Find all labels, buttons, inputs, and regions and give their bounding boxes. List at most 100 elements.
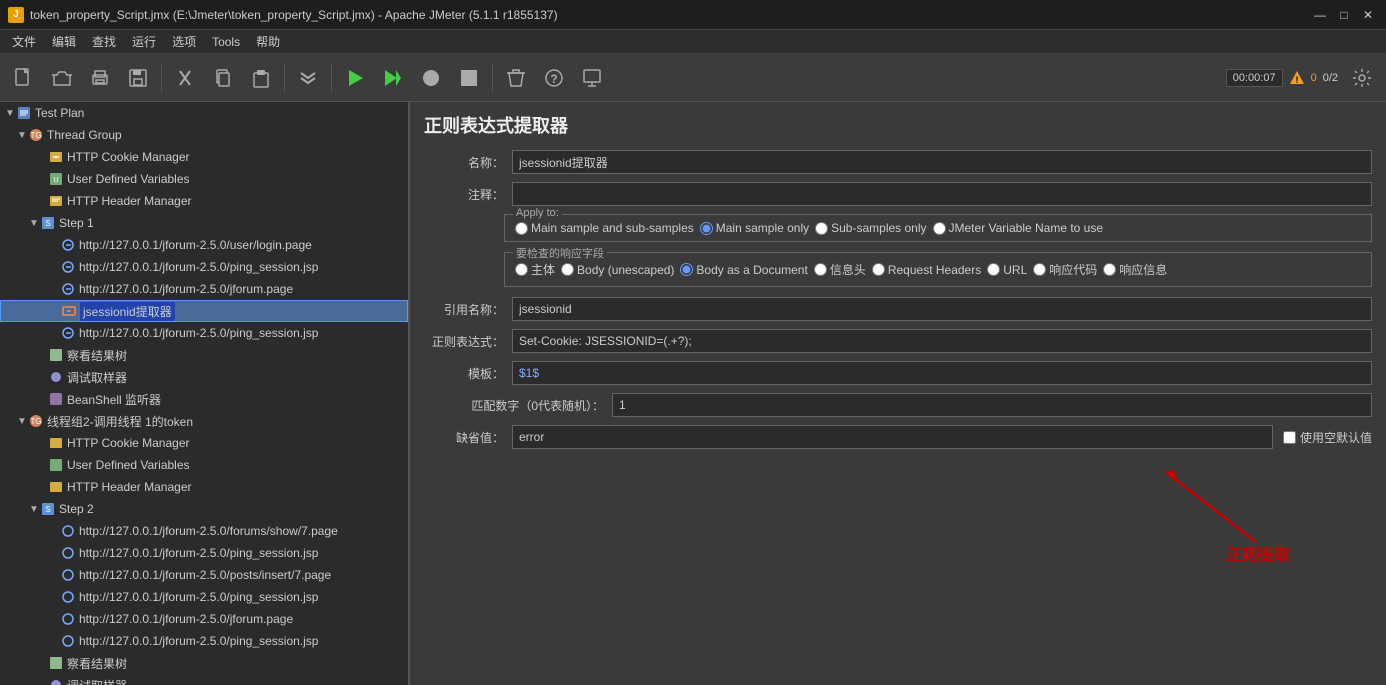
tree-node-url4[interactable]: http://127.0.0.1/jforum-2.5.0/ping_sessi…: [0, 322, 408, 344]
tree-node-cookie1[interactable]: HTTP Cookie Manager: [0, 146, 408, 168]
tree-node-thread-group[interactable]: ▼ TG Thread Group: [0, 124, 408, 146]
cookie-icon: [48, 149, 64, 165]
tree-node-listener2[interactable]: 察看结果树: [0, 652, 408, 674]
sep1: [161, 64, 162, 92]
tree-node-url8[interactable]: http://127.0.0.1/jforum-2.5.0/ping_sessi…: [0, 586, 408, 608]
radio-body[interactable]: 主体: [515, 261, 555, 278]
tree-node-step1[interactable]: ▼ S Step 1: [0, 212, 408, 234]
tree-node-url6[interactable]: http://127.0.0.1/jforum-2.5.0/ping_sessi…: [0, 542, 408, 564]
tree-node-jsessionid[interactable]: jsessionid提取器: [0, 300, 408, 322]
radio-info[interactable]: 信息头: [814, 261, 866, 278]
close-button[interactable]: ✕: [1358, 5, 1378, 25]
expand-icon[interactable]: ▼: [16, 130, 28, 141]
menu-run[interactable]: 运行: [124, 31, 164, 52]
tree-node-step2[interactable]: ▼ S Step 2: [0, 498, 408, 520]
shutdown-button[interactable]: [451, 60, 487, 96]
radio-jmeter-var[interactable]: JMeter Variable Name to use: [933, 221, 1104, 235]
radio-main-sub[interactable]: Main sample and sub-samples: [515, 221, 694, 235]
tree-node-url5[interactable]: http://127.0.0.1/jforum-2.5.0/forums/sho…: [0, 520, 408, 542]
template-input[interactable]: [512, 361, 1372, 385]
radio-sub-only[interactable]: Sub-samples only: [815, 221, 926, 235]
name-input[interactable]: [512, 150, 1372, 174]
match-label: 匹配数字（0代表随机）：: [424, 397, 604, 414]
regex-input[interactable]: [512, 329, 1372, 353]
toolbar-right: 00:00:07 ! 0 0/2: [1226, 60, 1380, 96]
run-nopause-button[interactable]: [375, 60, 411, 96]
comment-input[interactable]: [512, 182, 1372, 206]
new-button[interactable]: [6, 60, 42, 96]
save-button[interactable]: [120, 60, 156, 96]
stop-button[interactable]: [413, 60, 449, 96]
regex-row: 正则表达式：: [424, 329, 1372, 353]
radio-url[interactable]: URL: [987, 263, 1027, 277]
apply-to-section: Apply to: Main sample and sub-samples Ma…: [504, 214, 1372, 242]
use-default-label: 使用空默认值: [1300, 429, 1372, 446]
minimize-button[interactable]: —: [1310, 5, 1330, 25]
radio-sub-only-label: Sub-samples only: [831, 221, 926, 235]
tree-node-bean1[interactable]: BeanShell 监听器: [0, 388, 408, 410]
tree-node-tg2[interactable]: ▼ TG 线程组2-调用线程 1的token: [0, 410, 408, 432]
maximize-button[interactable]: □: [1334, 5, 1354, 25]
udf2-label: User Defined Variables: [67, 458, 190, 472]
menu-tools[interactable]: Tools: [204, 33, 248, 51]
name-label: 名称：: [424, 154, 504, 171]
threadgroup-icon: TG: [28, 127, 44, 143]
tree-node-header2[interactable]: HTTP Header Manager: [0, 476, 408, 498]
print-button[interactable]: [82, 60, 118, 96]
sampler-icon: [60, 259, 76, 275]
tree-node-cookie2[interactable]: HTTP Cookie Manager: [0, 432, 408, 454]
url8-label: http://127.0.0.1/jforum-2.5.0/ping_sessi…: [79, 590, 318, 604]
tree-node-debug2[interactable]: 调试取样器: [0, 674, 408, 685]
paste-button[interactable]: [243, 60, 279, 96]
expand-button[interactable]: [290, 60, 326, 96]
clear-all-button[interactable]: [498, 60, 534, 96]
menu-search[interactable]: 查找: [84, 31, 124, 52]
tree-node-url2[interactable]: http://127.0.0.1/jforum-2.5.0/ping_sessi…: [0, 256, 408, 278]
regex-label: 正则表达式：: [424, 333, 504, 350]
refname-input[interactable]: [512, 297, 1372, 321]
svg-text:?: ?: [550, 72, 557, 86]
radio-resp-code[interactable]: 响应代码: [1033, 261, 1097, 278]
tree-node-udf1[interactable]: U User Defined Variables: [0, 168, 408, 190]
run-button[interactable]: [337, 60, 373, 96]
radio-req-headers[interactable]: Request Headers: [872, 263, 981, 277]
sampler-icon: [60, 589, 76, 605]
udf2-icon: [48, 457, 64, 473]
match-input[interactable]: [612, 393, 1372, 417]
tree-node-url1[interactable]: http://127.0.0.1/jforum-2.5.0/user/login…: [0, 234, 408, 256]
sampler-icon: [60, 325, 76, 341]
tree-node-url3[interactable]: http://127.0.0.1/jforum-2.5.0/jforum.pag…: [0, 278, 408, 300]
default-input[interactable]: [512, 425, 1273, 449]
expand-icon[interactable]: ▼: [16, 416, 28, 427]
expand-icon[interactable]: ▼: [4, 108, 16, 119]
use-default-checkbox[interactable]: 使用空默认值: [1283, 429, 1372, 446]
window-title: token_property_Script.jmx (E:\Jmeter\tok…: [30, 8, 1310, 22]
tree-node-listener1[interactable]: 察看结果树: [0, 344, 408, 366]
svg-text:!: !: [1295, 75, 1298, 85]
radio-main-only[interactable]: Main sample only: [700, 221, 809, 235]
menu-help[interactable]: 帮助: [248, 31, 288, 52]
tree-node-url7[interactable]: http://127.0.0.1/jforum-2.5.0/posts/inse…: [0, 564, 408, 586]
tree-node-test-plan[interactable]: ▼ Test Plan: [0, 102, 408, 124]
menu-edit[interactable]: 编辑: [44, 31, 84, 52]
tree-node-url10[interactable]: http://127.0.0.1/jforum-2.5.0/ping_sessi…: [0, 630, 408, 652]
expand-icon[interactable]: ▼: [28, 218, 40, 229]
tree-node-debug1[interactable]: 调试取样器: [0, 366, 408, 388]
template-label: 模板：: [424, 365, 504, 382]
tree-node-header1[interactable]: HTTP Header Manager: [0, 190, 408, 212]
expand-icon[interactable]: ▼: [28, 504, 40, 515]
cut-button[interactable]: [167, 60, 203, 96]
menu-file[interactable]: 文件: [4, 31, 44, 52]
radio-resp-info[interactable]: 响应信息: [1103, 261, 1167, 278]
radio-body-unescaped[interactable]: Body (unescaped): [561, 263, 674, 277]
radio-body-doc[interactable]: Body as a Document: [680, 263, 807, 277]
copy-button[interactable]: [205, 60, 241, 96]
help-button[interactable]: ?: [536, 60, 572, 96]
tree-node-udf2[interactable]: User Defined Variables: [0, 454, 408, 476]
tree-node-url9[interactable]: http://127.0.0.1/jforum-2.5.0/jforum.pag…: [0, 608, 408, 630]
open-button[interactable]: [44, 60, 80, 96]
menu-options[interactable]: 选项: [164, 31, 204, 52]
remote-button[interactable]: [574, 60, 610, 96]
settings-button[interactable]: [1344, 60, 1380, 96]
url4-label: http://127.0.0.1/jforum-2.5.0/ping_sessi…: [79, 326, 318, 340]
